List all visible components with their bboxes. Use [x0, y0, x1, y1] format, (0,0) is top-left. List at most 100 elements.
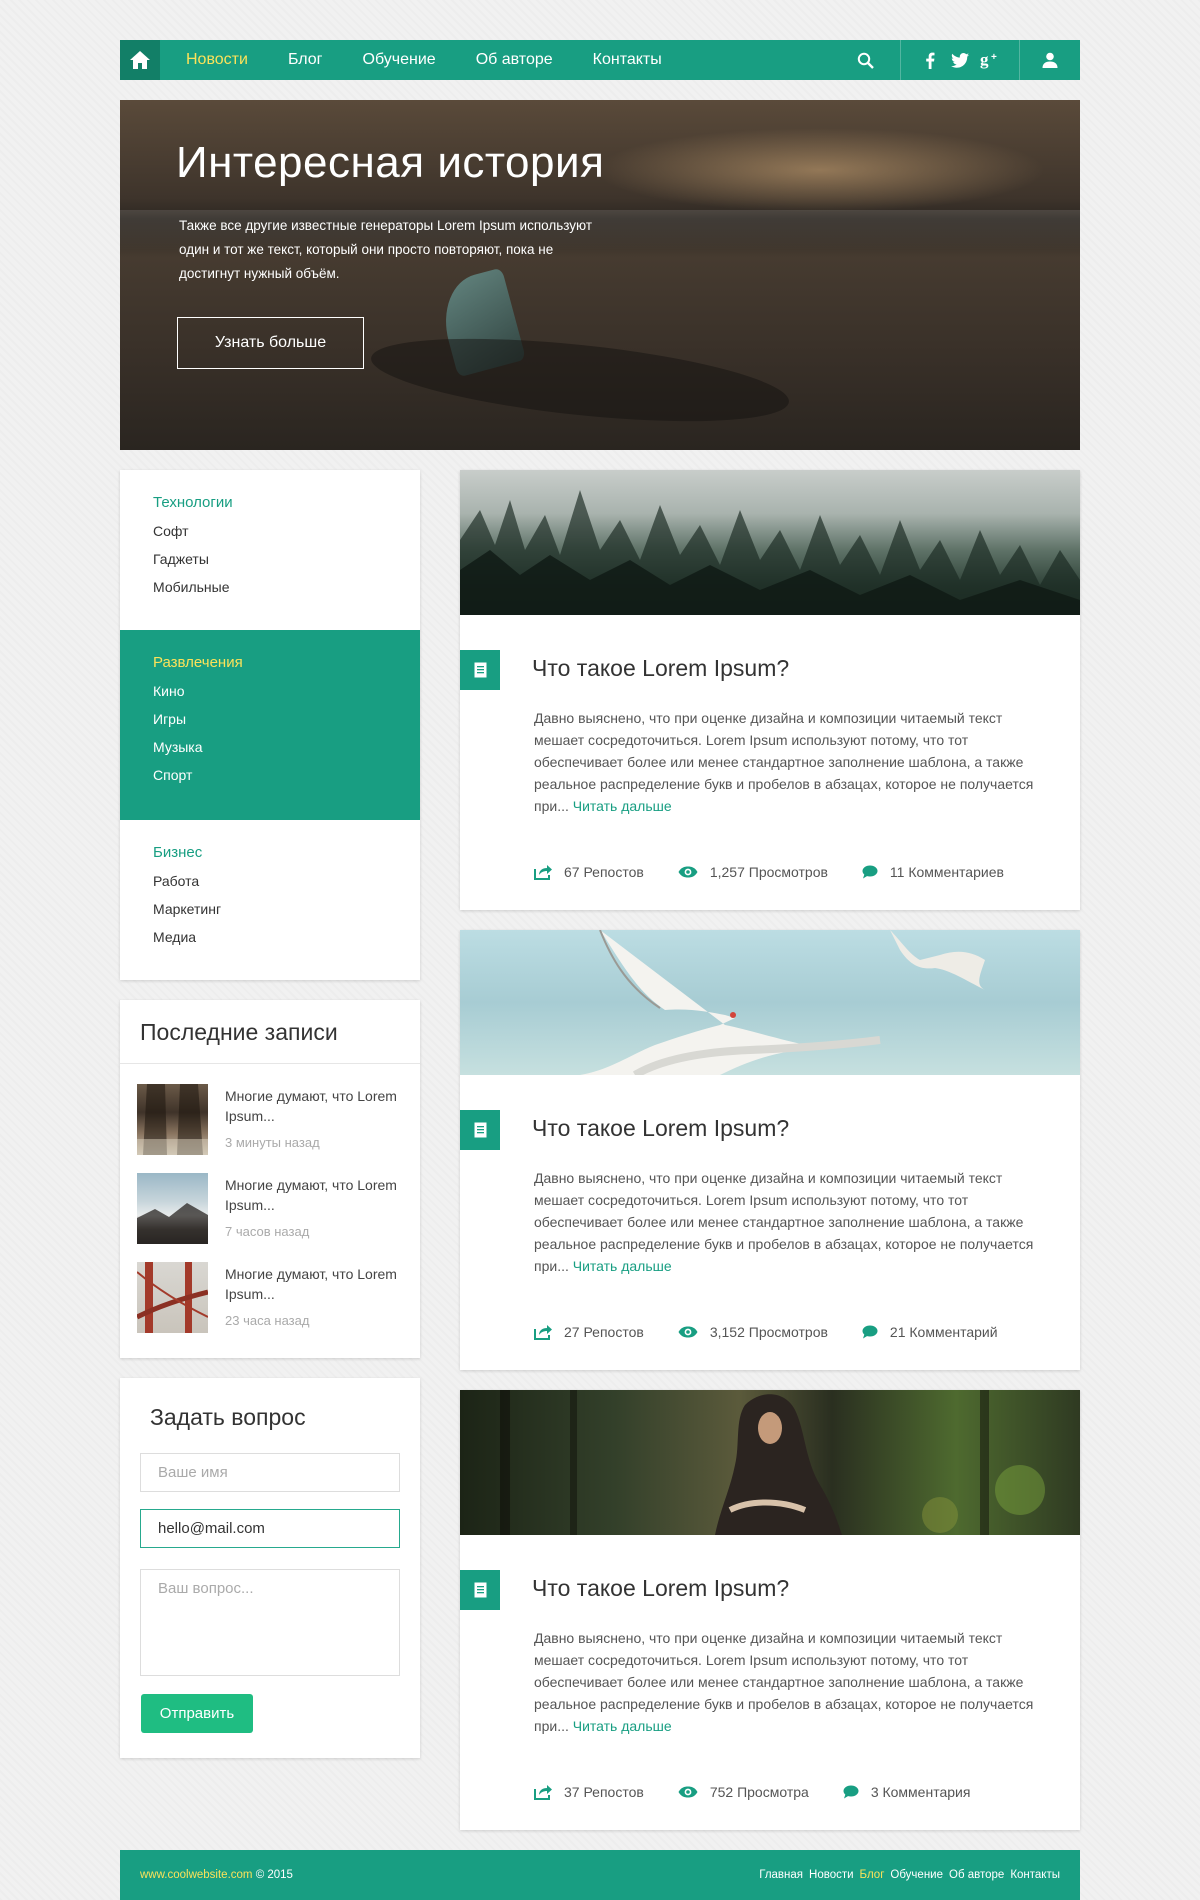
post-meta: 37 Репостов 752 Просмотра 3 Комментария [534, 1784, 1004, 1800]
category-item[interactable]: Софт [153, 523, 420, 539]
category-title[interactable]: Развлечения [153, 654, 420, 671]
hero-surfboard [367, 323, 793, 437]
comment-icon [862, 865, 878, 879]
post-card: Что такое Lorem Ipsum? Давно выяснено, ч… [460, 470, 1080, 910]
comments-count: 21 Комментарий [889, 1324, 998, 1340]
recent-post-thumbnail [137, 1173, 208, 1244]
views-stat: 3,152 Просмотров [678, 1324, 828, 1340]
post-meta: 67 Репостов 1,257 Просмотров 11 Коммента… [534, 864, 1038, 880]
twitter-link[interactable] [945, 40, 975, 80]
document-icon [474, 662, 486, 678]
home-button[interactable] [120, 40, 160, 80]
post-excerpt: Давно выяснено, что при оценке дизайна и… [534, 1167, 1044, 1277]
category-item[interactable]: Мобильные [153, 579, 420, 595]
eye-icon [678, 1786, 698, 1798]
reposts-stat[interactable]: 27 Репостов [534, 1324, 644, 1340]
category-item[interactable]: Кино [153, 683, 420, 699]
hero-text: Также все другие известные генераторы Lo… [179, 218, 593, 281]
hero-learn-more-button[interactable]: Узнать больше [177, 317, 364, 369]
categories-panel: Технологии Софт Гаджеты Мобильные Развле… [120, 470, 420, 980]
share-icon [534, 1325, 552, 1340]
category-item[interactable]: Работа [153, 873, 420, 889]
email-field[interactable]: hello@mail.com [140, 1509, 400, 1548]
comments-stat[interactable]: 11 Комментариев [862, 864, 1004, 880]
post-excerpt: Давно выяснено, что при оценке дизайна и… [534, 707, 1044, 817]
post-title[interactable]: Что такое Lorem Ipsum? [532, 1575, 789, 1602]
footer-link-contacts[interactable]: Контакты [1010, 1869, 1060, 1881]
category-group-entertainment: Развлечения Кино Игры Музыка Спорт [120, 630, 420, 820]
svg-text:+: + [991, 52, 997, 63]
views-count: 1,257 Просмотров [709, 864, 828, 880]
nav-item-learning[interactable]: Обучение [363, 51, 436, 69]
post-card: Что такое Lorem Ipsum? Давно выяснено, ч… [460, 930, 1080, 1370]
category-title[interactable]: Технологии [153, 494, 420, 511]
post-title[interactable]: Что такое Lorem Ipsum? [532, 1115, 789, 1142]
post-type-badge [460, 1110, 500, 1150]
recent-post-item[interactable]: Многие думают, что Lorem Ipsum... 23 час… [135, 1262, 407, 1334]
recent-post-item[interactable]: Многие думают, что Lorem Ipsum... 7 часо… [137, 1173, 407, 1245]
read-more-link[interactable]: Читать дальше [573, 798, 672, 814]
category-item[interactable]: Маркетинг [153, 901, 420, 917]
hero-banner: Интересная история Также все другие изве… [120, 100, 1080, 450]
views-stat: 752 Просмотра [678, 1784, 809, 1800]
category-item[interactable]: Гаджеты [153, 551, 420, 567]
recent-post-date: 7 часов назад [225, 1224, 310, 1239]
nav-item-about[interactable]: Об авторе [476, 51, 553, 69]
comments-stat[interactable]: 21 Комментарий [862, 1324, 998, 1340]
ask-question-panel: Задать вопрос Ваше имя hello@mail.com Ва… [120, 1378, 420, 1758]
comments-count: 11 Комментариев [889, 864, 1004, 880]
category-item[interactable]: Музыка [153, 739, 420, 755]
category-title[interactable]: Бизнес [153, 844, 420, 861]
facebook-link[interactable] [915, 40, 945, 80]
nav-right-tools: g + [830, 40, 1080, 80]
footer-link-about[interactable]: Об авторе [949, 1869, 1004, 1881]
recent-post-text: Многие думают, что Lorem Ipsum... [225, 1266, 397, 1302]
nav-item-blog[interactable]: Блог [288, 51, 323, 69]
category-item[interactable]: Спорт [153, 767, 420, 783]
recent-post-thumbnail [137, 1084, 208, 1155]
search-button[interactable] [830, 40, 900, 80]
eye-icon [678, 1326, 698, 1338]
google-plus-link[interactable]: g + [975, 40, 1005, 80]
ask-question-title: Задать вопрос [150, 1404, 306, 1430]
read-more-link[interactable]: Читать дальше [573, 1718, 672, 1734]
footer-site-link[interactable]: www.coolwebsite.com [140, 1869, 252, 1881]
share-icon [534, 1785, 552, 1800]
post-image-forest [460, 470, 1080, 615]
reposts-count: 37 Репостов [564, 1784, 644, 1800]
footer-link-home[interactable]: Главная [759, 1869, 803, 1881]
post-type-badge [460, 650, 500, 690]
share-icon [534, 865, 552, 880]
recent-post-item[interactable]: Многие думают, что Lorem Ipsum... 3 мину… [137, 1084, 407, 1156]
footer-link-blog[interactable]: Блог [860, 1869, 885, 1881]
recent-post-text: Многие думают, что Lorem Ipsum... [225, 1088, 397, 1124]
category-group-business: Бизнес Работа Маркетинг Медиа [120, 820, 420, 945]
post-excerpt: Давно выяснено, что при оценке дизайна и… [534, 1627, 1044, 1737]
footer-link-learning[interactable]: Обучение [890, 1869, 943, 1881]
user-icon [1042, 52, 1058, 68]
reposts-count: 67 Репостов [564, 864, 644, 880]
recent-post-date: 3 минуты назад [225, 1135, 320, 1150]
search-icon [857, 52, 874, 69]
user-button[interactable] [1020, 40, 1080, 80]
comments-stat[interactable]: 3 Комментария [843, 1784, 970, 1800]
read-more-link[interactable]: Читать дальше [573, 1258, 672, 1274]
svg-text:g: g [980, 51, 989, 69]
reposts-stat[interactable]: 37 Репостов [534, 1784, 644, 1800]
home-icon [130, 51, 150, 69]
facebook-icon [926, 52, 935, 69]
footer-link-news[interactable]: Новости [809, 1869, 854, 1881]
comment-icon [843, 1785, 859, 1799]
nav-item-contacts[interactable]: Контакты [593, 51, 662, 69]
question-field[interactable]: Ваш вопрос... [140, 1569, 400, 1676]
name-field[interactable]: Ваше имя [140, 1453, 400, 1492]
category-item[interactable]: Медиа [153, 929, 420, 945]
views-count: 3,152 Просмотров [709, 1324, 828, 1340]
submit-button[interactable]: Отправить [141, 1694, 253, 1733]
post-type-badge [460, 1570, 500, 1610]
reposts-stat[interactable]: 67 Репостов [534, 864, 644, 880]
footer-nav: Главная Новости Блог Обучение Об авторе … [753, 1869, 1060, 1881]
category-item[interactable]: Игры [153, 711, 420, 727]
post-title[interactable]: Что такое Lorem Ipsum? [532, 655, 789, 682]
nav-item-news[interactable]: Новости [186, 51, 248, 69]
